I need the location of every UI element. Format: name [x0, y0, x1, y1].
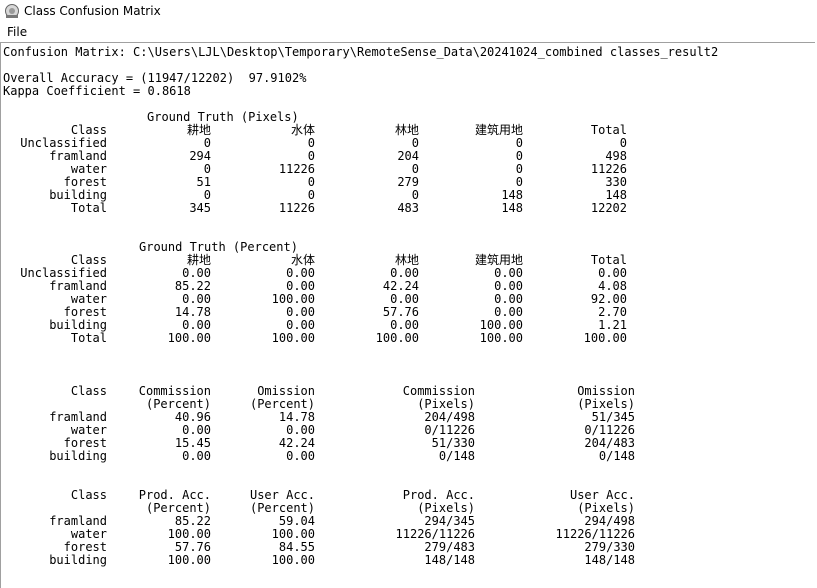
accuracy-cell: building — [49, 553, 107, 567]
percent-cell: 100.00 — [167, 331, 211, 345]
commission-cell: 0/148 — [598, 449, 635, 463]
commission-cell: 0/148 — [438, 449, 475, 463]
accuracy-cell: 100.00 — [167, 553, 211, 567]
commission-cell: building — [49, 449, 107, 463]
percent-cell: 100.00 — [479, 331, 523, 345]
pixels-cell: 345 — [189, 201, 211, 215]
pixels-cell: 11226 — [278, 201, 315, 215]
menu-file[interactable]: File — [7, 25, 27, 39]
percent-cell: 100.00 — [271, 331, 315, 345]
accuracy-header: Class — [70, 488, 107, 502]
percent-cell: 100.00 — [583, 331, 627, 345]
window-title: Class Confusion Matrix — [24, 4, 161, 18]
kappa-coefficient: Kappa Coefficient = 0.8618 — [3, 84, 191, 98]
percent-cell: 100.00 — [375, 331, 419, 345]
accuracy-cell: 148/148 — [584, 553, 635, 567]
title-bar: Class Confusion Matrix — [0, 0, 817, 24]
report-header: Confusion Matrix: C:\Users\LJL\Desktop\T… — [3, 45, 719, 59]
pixels-cell: 12202 — [590, 201, 627, 215]
app-icon — [5, 4, 19, 18]
accuracy-cell: 100.00 — [271, 553, 315, 567]
pixels-title: Ground Truth (Pixels) — [147, 110, 299, 124]
commission-cell: 0.00 — [182, 449, 211, 463]
pixels-cell: Total — [70, 201, 107, 215]
pixels-cell: 483 — [397, 201, 419, 215]
accuracy-cell: 148/148 — [424, 553, 475, 567]
pixels-cell: 148 — [501, 201, 523, 215]
commission-header: Class — [70, 384, 107, 398]
menu-bar: File — [0, 24, 817, 42]
percent-cell: Total — [70, 331, 107, 345]
commission-cell: 0.00 — [286, 449, 315, 463]
percent-title: Ground Truth (Percent) — [139, 240, 298, 254]
